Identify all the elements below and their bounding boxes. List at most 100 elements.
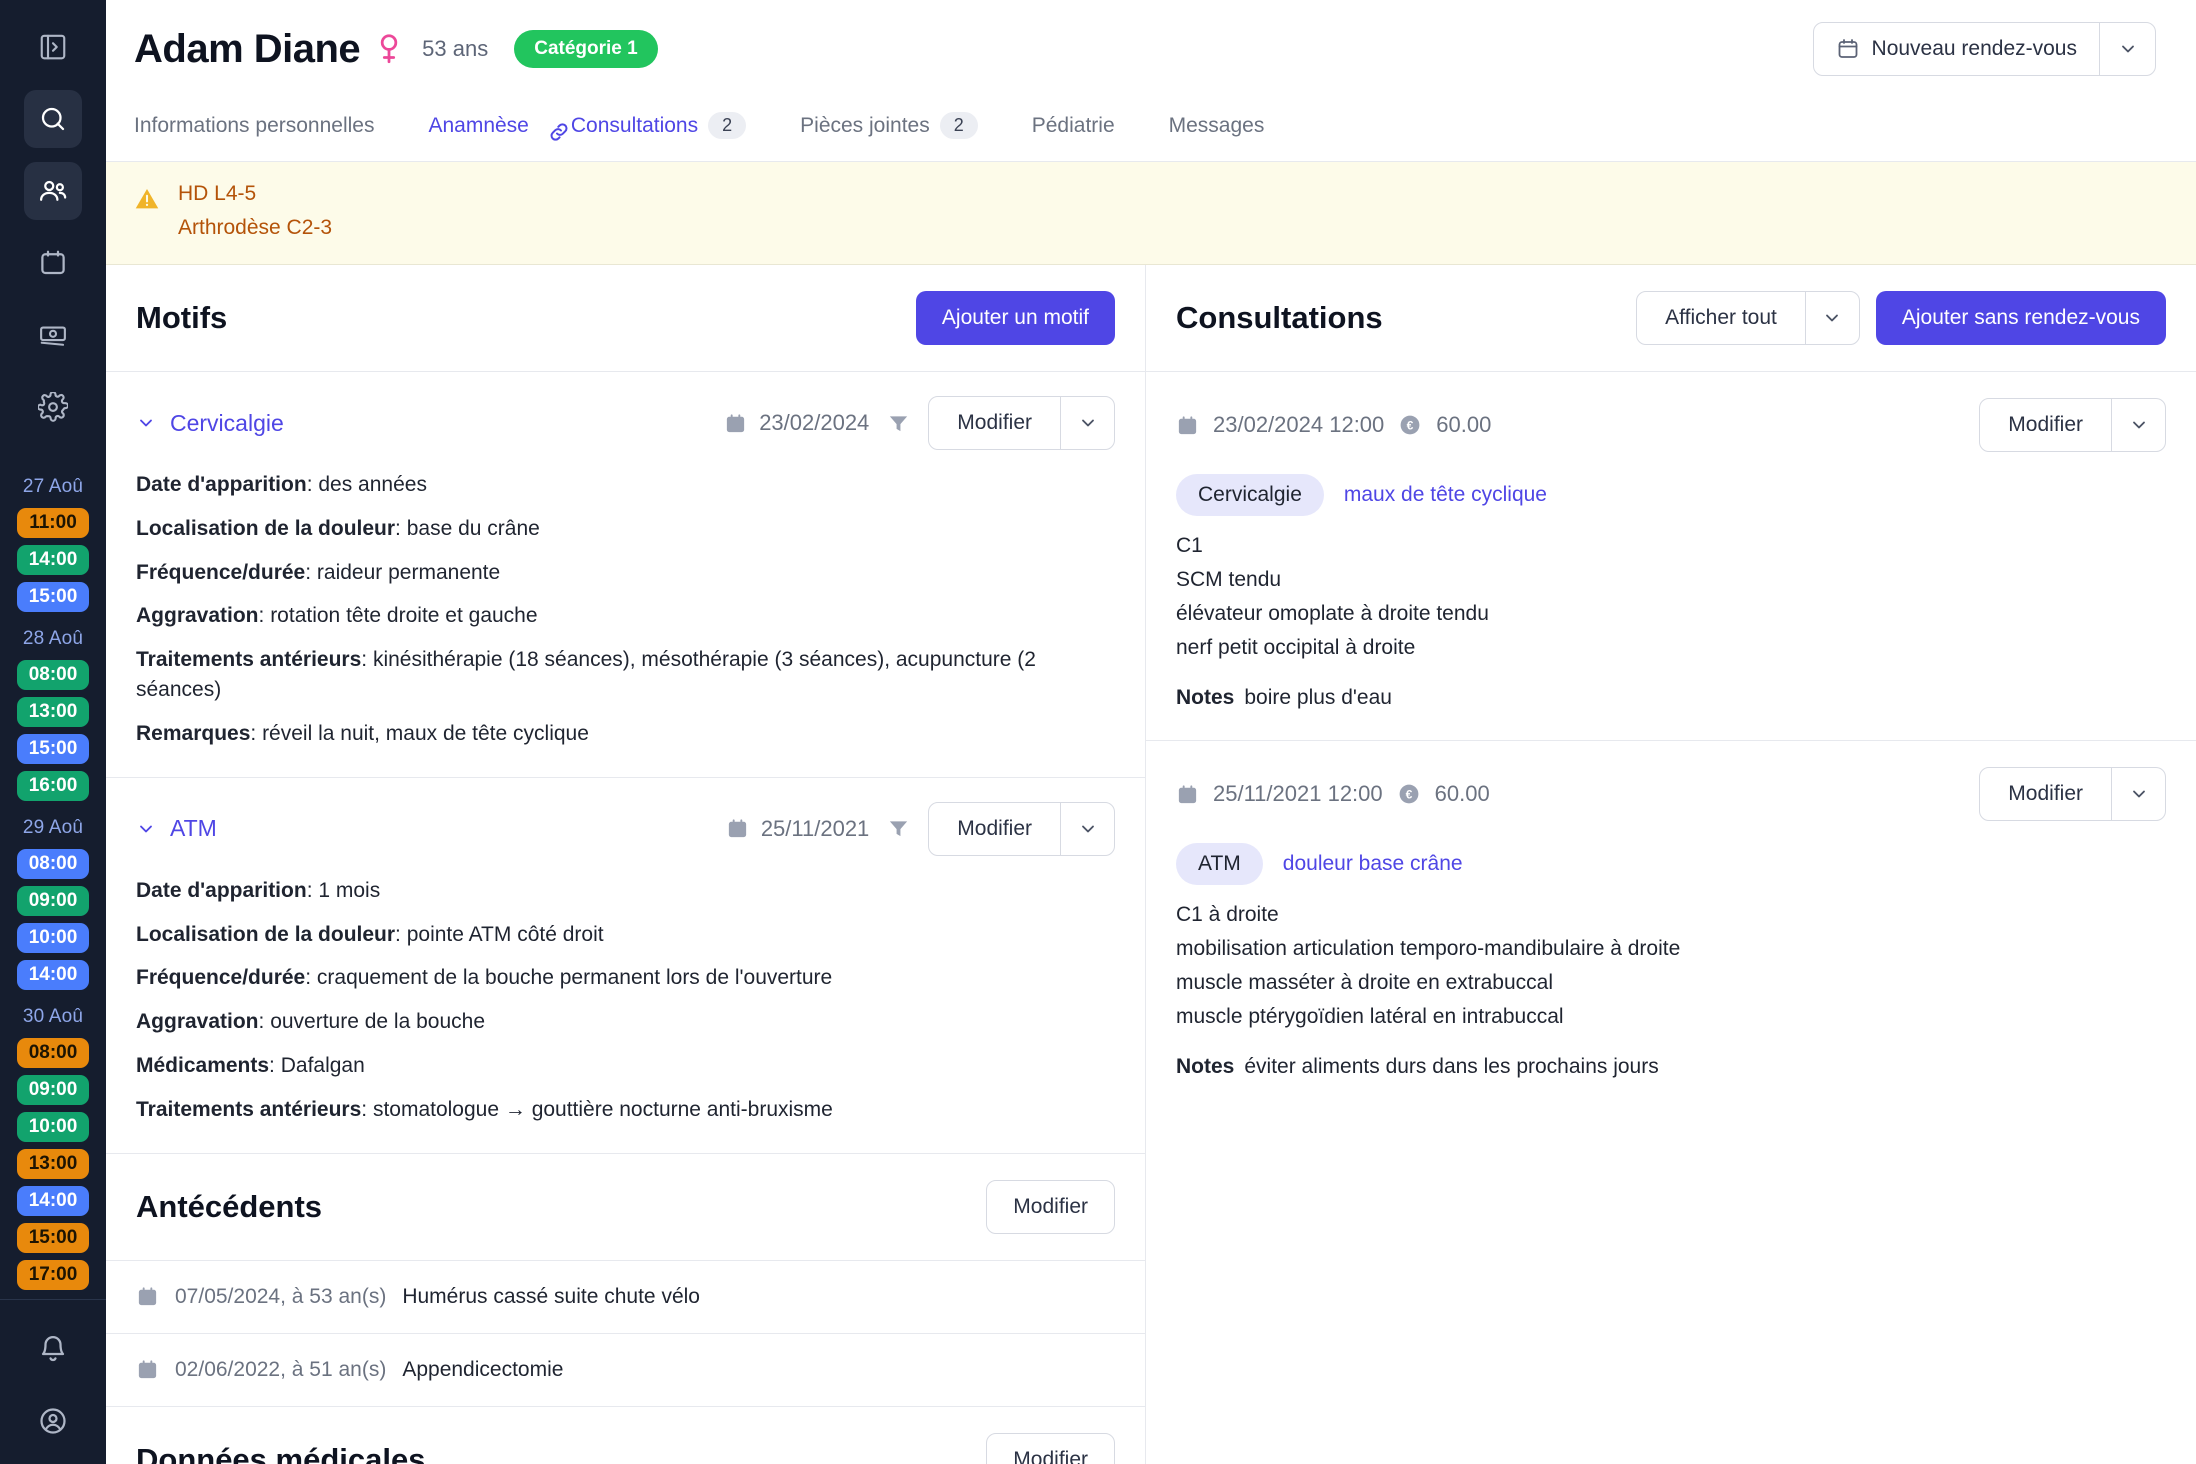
motif-field-value: craquement de la bouche permanent lors d… — [316, 966, 833, 990]
agenda-slot[interactable]: 15:00 — [17, 1223, 89, 1253]
consultation-chip[interactable]: Cervicalgie — [1176, 474, 1324, 516]
edit-consultation-button[interactable]: Modifier — [1979, 398, 2166, 452]
chevron-down-icon[interactable] — [136, 819, 156, 839]
tab-pi-ces-jointes[interactable]: Pièces jointes 2 — [800, 102, 978, 161]
gear-icon[interactable] — [24, 378, 82, 436]
chevron-down-icon[interactable] — [1060, 802, 1114, 855]
billing-icon[interactable] — [24, 306, 82, 364]
patient-header: Adam Diane 53 ans Catégorie 1 Nouveau re… — [134, 22, 2156, 76]
agenda-slot[interactable]: 14:00 — [17, 960, 89, 990]
agenda-slot[interactable]: 09:00 — [17, 1075, 89, 1105]
topbar: Adam Diane 53 ans Catégorie 1 Nouveau re… — [106, 0, 2196, 161]
consultation-subtitle[interactable]: maux de tête cyclique — [1344, 483, 1547, 507]
motif-field: Remarques: réveil la nuit, maux de tête … — [136, 721, 589, 745]
agenda-slot[interactable]: 13:00 — [17, 697, 89, 727]
add-motif-button[interactable]: Ajouter un motif — [915, 291, 1115, 345]
tab-label: Consultations — [570, 113, 699, 137]
agenda-slot[interactable]: 08:00 — [17, 849, 89, 879]
motif-field-value: rotation tête droite et gauche — [270, 604, 538, 628]
motif-name[interactable]: ATM — [170, 815, 217, 842]
chevron-down-icon[interactable] — [136, 413, 156, 433]
edit-consultation-label: Modifier — [2008, 782, 2083, 805]
motif-field-label: Aggravation — [136, 1010, 259, 1034]
agenda-slot[interactable]: 08:00 — [17, 660, 89, 690]
chevron-down-icon[interactable] — [2099, 23, 2155, 75]
sidebar-item-patients[interactable] — [24, 162, 82, 220]
motif-field: Localisation de la douleur: pointe ATM c… — [136, 922, 604, 946]
donnees-medicales-title: Données médicales — [136, 1441, 426, 1464]
consultation-notes-text: éviter aliments durs dans les prochains … — [1244, 1055, 1659, 1078]
tab-messages[interactable]: Messages — [1169, 104, 1265, 160]
consultation-price: 60.00 — [1436, 412, 1492, 437]
content-columns: Motifs Ajouter un motif Cervicalgie 23/0… — [106, 265, 2196, 1464]
agenda-slot[interactable]: 09:00 — [17, 886, 89, 916]
motif-field-value: base du crâne — [406, 516, 540, 540]
agenda-slot[interactable]: 13:00 — [17, 1149, 89, 1179]
motif-field: Localisation de la douleur: base du crân… — [136, 516, 540, 540]
edit-donnees-button[interactable]: Modifier — [986, 1432, 1115, 1464]
agenda-slot[interactable]: 17:00 — [17, 1260, 89, 1290]
consultation-lines: C1 SCM tendu élévateur omoplate à droite t… — [1176, 534, 2166, 660]
filter-icon[interactable] — [887, 817, 910, 840]
motif-field-value: raideur permanente — [316, 560, 501, 584]
consultation-notes-text: boire plus d'eau — [1244, 686, 1392, 709]
motif-header: ATM 25/11/2021 Modifier — [136, 801, 1115, 856]
account-icon[interactable] — [24, 1392, 82, 1450]
edit-antecedents-button[interactable]: Modifier — [986, 1179, 1115, 1234]
calendar-icon[interactable] — [24, 234, 82, 292]
motif-field: Date d'apparition: des années — [136, 473, 427, 496]
table-row: 02/06/2022, à 51 an(s) Appendicectomie — [106, 1332, 1145, 1406]
motif-field: Fréquence/durée: craquement de la bouche… — [136, 966, 833, 990]
tab-consultations[interactable]: Consultations 2 — [570, 102, 747, 161]
agenda-slot[interactable]: 11:00 — [17, 508, 89, 538]
edit-consultation-button[interactable]: Modifier — [1979, 767, 2166, 821]
new-appointment-button[interactable]: Nouveau rendez-vous — [1812, 22, 2156, 76]
motifs-title: Motifs — [136, 300, 228, 335]
tab-informations-personnelles[interactable]: Informations personnelles — [134, 104, 374, 160]
consultation-line: élévateur omoplate à droite tendu — [1176, 602, 1489, 625]
agenda-slot[interactable]: 16:00 — [17, 771, 89, 801]
chevron-down-icon[interactable] — [2111, 399, 2165, 451]
new-appointment-main[interactable]: Nouveau rendez-vous — [1814, 23, 2099, 75]
alert-line: HD L4-5 — [178, 182, 257, 205]
motif-field: Aggravation: rotation tête droite et gau… — [136, 604, 538, 628]
top-actions: Nouveau rendez-vous — [1812, 22, 2156, 76]
agenda-day-group: 27 Aoû 11:00 14:00 15:00 — [0, 476, 106, 612]
antecedents-title: Antécédents — [136, 1188, 323, 1224]
chevron-down-icon[interactable] — [2111, 768, 2165, 820]
bell-icon[interactable] — [24, 1320, 82, 1378]
motifs-list: Cervicalgie 23/02/2024 Modifier Date d'a… — [106, 371, 1145, 1153]
agenda-day-group: 29 Aoû 08:00 09:00 10:00 14:00 — [0, 817, 106, 990]
motifs-header: Motifs Ajouter un motif — [106, 265, 1145, 371]
chevron-down-icon[interactable] — [1060, 397, 1114, 449]
motif-meta: 23/02/2024 Modifier — [724, 396, 1115, 450]
tab-anamn-se[interactable]: Anamnèse — [428, 104, 528, 160]
edit-motif-button[interactable]: Modifier — [928, 801, 1115, 856]
agenda-slot[interactable]: 15:00 — [17, 734, 89, 764]
chevron-down-icon[interactable] — [1804, 292, 1859, 344]
svg-text:€: € — [1407, 418, 1414, 432]
filter-icon[interactable] — [887, 412, 910, 435]
motif-name[interactable]: Cervicalgie — [170, 410, 284, 437]
search-icon[interactable] — [24, 90, 82, 148]
calendar-icon — [136, 1358, 159, 1381]
tab-label: Informations personnelles — [134, 113, 375, 137]
agenda-slot[interactable]: 10:00 — [17, 1112, 89, 1142]
consultation-chip[interactable]: ATM — [1176, 843, 1263, 885]
motif-field-label: Fréquence/durée — [136, 966, 306, 990]
agenda-slot[interactable]: 14:00 — [17, 545, 89, 575]
edit-motif-button[interactable]: Modifier — [928, 396, 1115, 450]
agenda-slot[interactable]: 14:00 — [17, 1186, 89, 1216]
consultation-line: C1 à droite — [1176, 903, 1279, 926]
consultation-line: nerf petit occipital à droite — [1176, 636, 1416, 659]
agenda-slot[interactable]: 10:00 — [17, 923, 89, 953]
tab-count-badge: 2 — [939, 112, 978, 139]
consultation-subtitle[interactable]: douleur base crâne — [1283, 852, 1463, 876]
filter-consultations-button[interactable]: Afficher tout — [1636, 291, 1860, 345]
add-walkin-consultation-button[interactable]: Ajouter sans rendez-vous — [1875, 291, 2166, 345]
panel-toggle-icon[interactable] — [24, 18, 82, 76]
tab-p-diatrie[interactable]: Pédiatrie — [1032, 104, 1115, 160]
donnees-medicales-header: Données médicales Modifier — [106, 1405, 1145, 1464]
agenda-slot[interactable]: 08:00 — [17, 1038, 89, 1068]
agenda-slot[interactable]: 15:00 — [17, 582, 89, 612]
